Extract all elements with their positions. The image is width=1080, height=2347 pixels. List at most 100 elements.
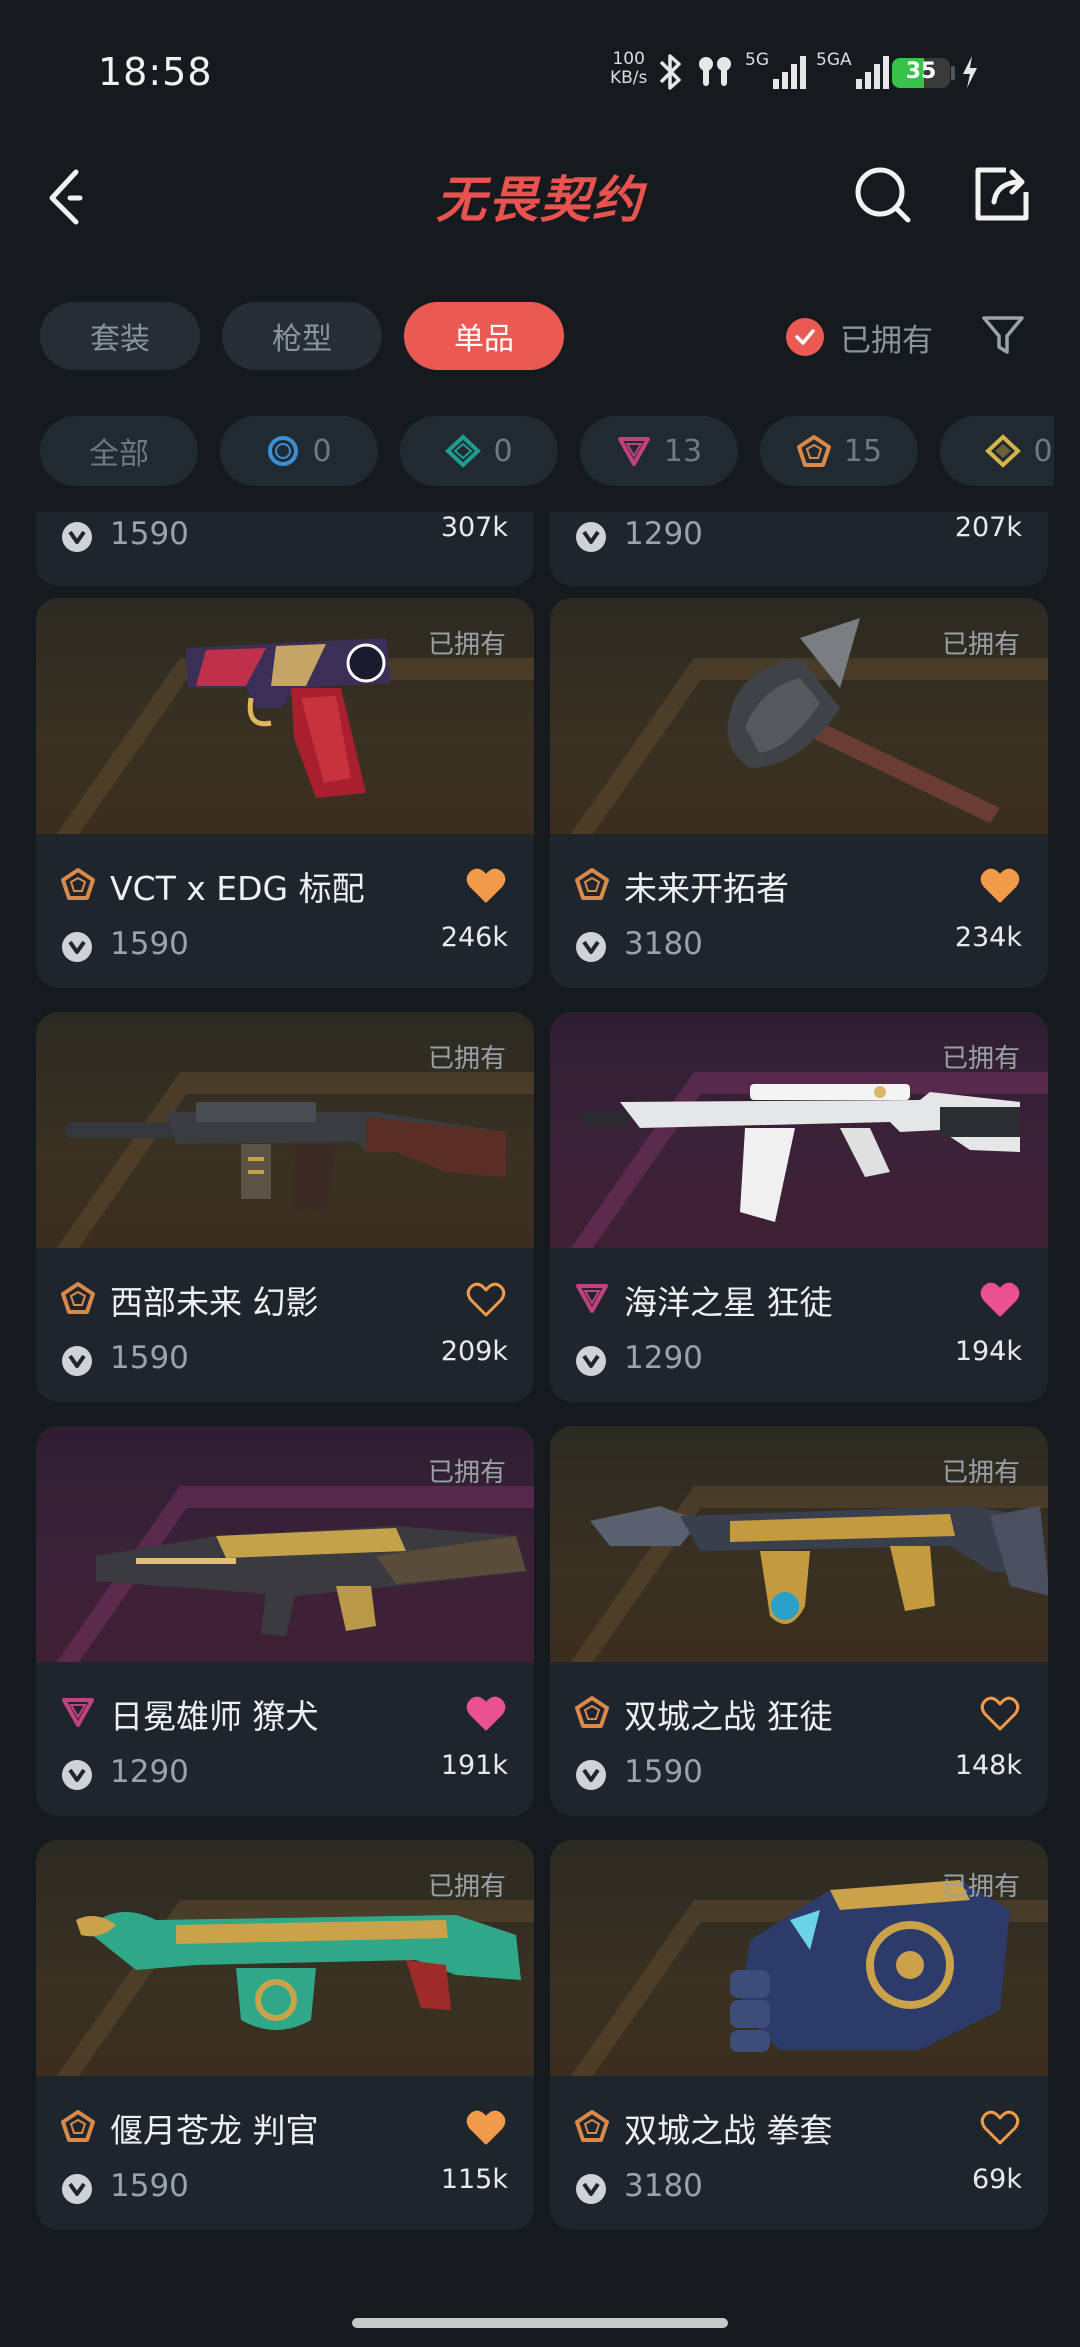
skin-likes: 191k (440, 1750, 508, 1781)
favorite-heart-icon[interactable] (980, 868, 1020, 904)
skin-price: 1590 (110, 926, 189, 962)
skin-price: 1290 (624, 516, 703, 552)
skin-card[interactable]: 已拥有 VCT x EDG 标配 1590 246k (36, 598, 534, 988)
skin-price: 1590 (110, 2168, 189, 2204)
network-speed: 100 KB/s (610, 50, 647, 88)
tab-bundles[interactable]: 套装 (40, 302, 200, 370)
chip-ultra-tier[interactable]: 0 (940, 416, 1054, 486)
skin-price: 1590 (624, 1754, 703, 1790)
chip-all[interactable]: 全部 (40, 416, 198, 486)
deluxe-tier-icon (445, 434, 482, 468)
skin-name: 未来开拓者 (624, 869, 789, 908)
skin-card[interactable]: 已拥有双城之战 狂徒 1590 148k (550, 1426, 1048, 1816)
skin-thumbnail: 已拥有 (550, 1426, 1048, 1662)
skin-name: 海洋之星 狂徒 (624, 1283, 833, 1322)
battery-level: 35 (905, 59, 937, 84)
skin-info: 西部未来 幻影 1590 209k (36, 1248, 534, 1402)
skin-likes: 307k (440, 512, 508, 543)
owned-badge: 已拥有 (427, 1458, 506, 1488)
chip-count: 0 (493, 433, 513, 469)
premium-tier-icon (62, 1698, 94, 1727)
skin-info: VCT x EDG 标配 1590 246k (36, 834, 534, 988)
chip-premium-tier[interactable]: 13 (580, 416, 738, 486)
skin-card[interactable]: 已拥有 海洋之星 狂徒 1290 194k (550, 1012, 1048, 1402)
skin-likes: 148k (954, 1750, 1022, 1781)
chip-deluxe-tier[interactable]: 0 (400, 416, 558, 486)
chip-count: 0 (312, 433, 332, 469)
owned-badge: 已拥有 (941, 630, 1020, 660)
favorite-heart-icon[interactable] (466, 868, 506, 904)
skin-name: 双城之战 狂徒 (624, 1697, 833, 1736)
filter-icon (982, 316, 1024, 354)
category-tabs: 套装 枪型 单品 (40, 302, 564, 370)
owned-badge: 已拥有 (427, 1044, 506, 1074)
skin-info: 海洋之星 狂徒 1290 194k (550, 1248, 1048, 1402)
skin-card-partial[interactable]: 1290 207k (550, 512, 1048, 586)
exclusive-tier-icon (575, 1696, 609, 1728)
premium-tier-icon (617, 437, 650, 466)
skin-likes: 246k (440, 922, 508, 953)
vp-currency-icon (576, 2174, 606, 2204)
chip-all-label: 全部 (89, 437, 149, 472)
owned-badge: 已拥有 (941, 1458, 1020, 1488)
skin-price: 1590 (110, 1340, 189, 1376)
vp-currency-icon (62, 1346, 92, 1376)
signal-bars-1-icon (773, 55, 806, 89)
battery-indicator: 35 (892, 58, 950, 88)
skin-card[interactable]: 已拥有 西部未来 幻影 1590 209k (36, 1012, 534, 1402)
favorite-heart-icon[interactable] (466, 2110, 506, 2146)
skin-card[interactable]: 已拥有 未来开拓者 3180 234k (550, 598, 1048, 988)
tab-weapon-types[interactable]: 枪型 (222, 302, 382, 370)
chip-select-tier[interactable]: 0 (220, 416, 378, 486)
skin-card[interactable]: 已拥有偃月苍龙 判官 1590 115k (36, 1840, 534, 2230)
skin-thumbnail: 已拥有 (550, 598, 1048, 834)
chip-count: 13 (663, 433, 703, 469)
exclusive-tier-icon (61, 1282, 95, 1314)
vp-currency-icon (576, 522, 606, 552)
share-icon (975, 167, 1029, 221)
ultra-tier-icon (985, 434, 1022, 468)
skin-likes: 115k (440, 2164, 508, 2195)
skin-card[interactable]: 已拥有 双城之战 拳套 3180 69k (550, 1840, 1048, 2230)
skin-thumbnail: 已拥有 (36, 598, 534, 834)
skin-grid: 1590 307k 1290 207k 已拥有 VCT x EDG 标配 1590 2… (0, 512, 1080, 2312)
skin-name: 偃月苍龙 判官 (110, 2111, 319, 2150)
rarity-filter-chips: 全部 0 0 13 15 0 (40, 416, 1054, 486)
skin-name: 西部未来 幻影 (110, 1283, 319, 1322)
skin-price: 1290 (110, 1754, 189, 1790)
skin-card[interactable]: 已拥有日冕雄师 獠犬 1290 191k (36, 1426, 534, 1816)
share-button[interactable] (970, 162, 1034, 226)
vp-currency-icon (576, 932, 606, 962)
skin-name: 日冕雄师 獠犬 (110, 1697, 319, 1736)
status-bar: 18:58 100 KB/s 5G 5GA 35 (0, 0, 1080, 140)
search-button[interactable] (850, 162, 914, 226)
exclusive-tier-icon (575, 868, 609, 900)
home-indicator[interactable] (352, 2318, 728, 2328)
signal-label-2: 5GA (816, 50, 852, 70)
tab-single-items[interactable]: 单品 (404, 302, 564, 370)
skin-name: 双城之战 拳套 (624, 2111, 833, 2150)
skin-likes: 69k (972, 2164, 1022, 2195)
filter-button[interactable] (980, 312, 1026, 358)
owned-badge: 已拥有 (427, 1872, 506, 1902)
favorite-heart-icon[interactable] (980, 2110, 1020, 2146)
skin-card-partial[interactable]: 1590 307k (36, 512, 534, 586)
vp-currency-icon (62, 932, 92, 962)
earbuds-icon (699, 57, 731, 86)
favorite-heart-icon[interactable] (466, 1696, 506, 1732)
page-title: 无畏契约 (436, 170, 644, 229)
vp-currency-icon (576, 1346, 606, 1376)
charging-bolt-icon (963, 56, 977, 88)
chip-exclusive-tier[interactable]: 15 (760, 416, 918, 486)
skin-thumbnail: 已拥有 (36, 1426, 534, 1662)
favorite-heart-icon[interactable] (980, 1696, 1020, 1732)
top-app-bar: 无畏契约 (0, 150, 1080, 240)
signal-bars-2-icon (855, 55, 889, 89)
check-icon (786, 318, 824, 356)
owned-filter-label: 已拥有 (840, 322, 933, 359)
favorite-heart-icon[interactable] (980, 1282, 1020, 1318)
clock: 18:58 (98, 50, 213, 94)
favorite-heart-icon[interactable] (466, 1282, 506, 1318)
owned-filter-toggle[interactable]: 已拥有 (786, 310, 933, 364)
premium-tier-icon (576, 1284, 608, 1313)
